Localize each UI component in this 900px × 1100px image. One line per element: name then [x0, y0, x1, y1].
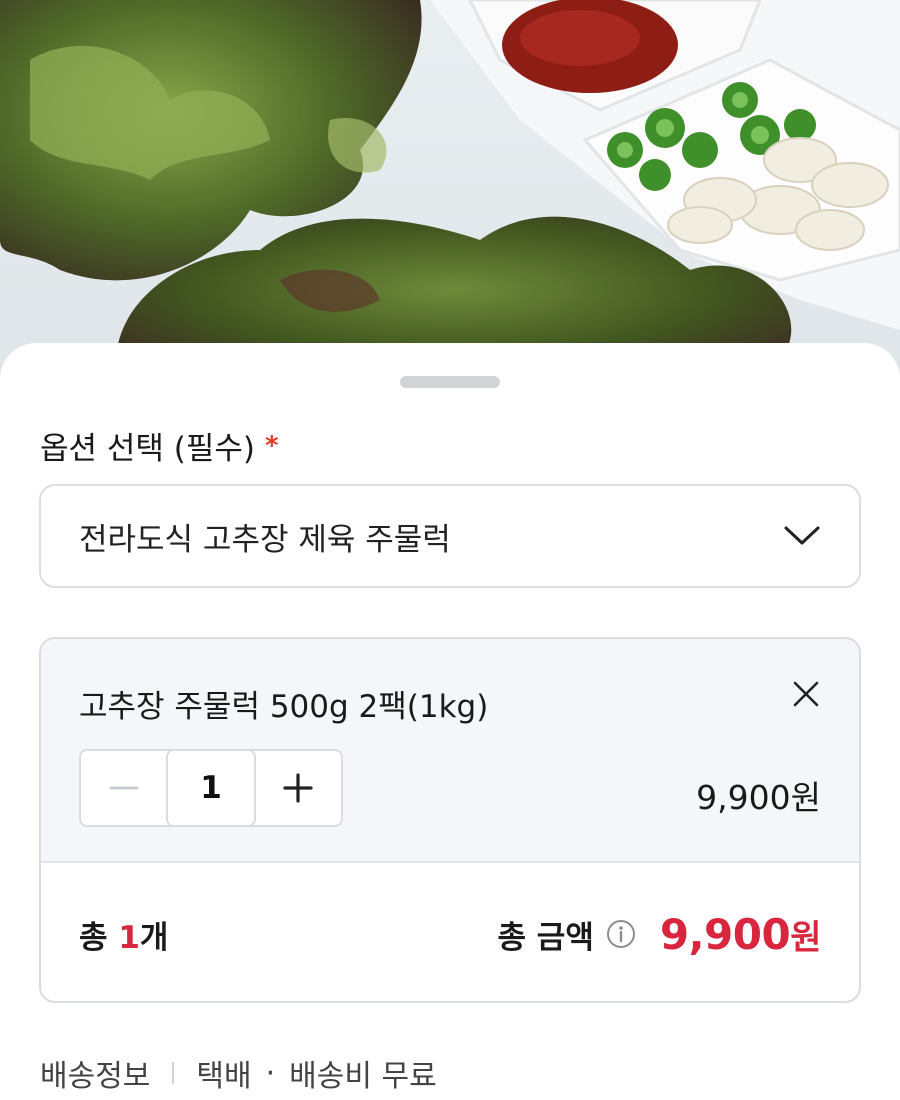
sheet-grab-handle[interactable]	[400, 376, 500, 388]
selected-option-name: 고추장 주물럭 500g 2팩(1kg)	[79, 689, 489, 725]
selected-option-item: 고추장 주물럭 500g 2팩(1kg) 1 9,900원	[41, 639, 859, 863]
option-line-price: 9,900원	[696, 778, 821, 817]
total-count-prefix: 총	[79, 919, 119, 956]
shipping-info: 배송정보 택배 · 배송비 무료	[40, 1051, 437, 1095]
shipping-label: 배송정보	[40, 1059, 151, 1094]
plus-icon	[283, 773, 313, 803]
option-bottom-sheet: 옵션 선택 (필수) * 전라도식 고추장 제육 주물럭 고추장 주물럭 500…	[0, 343, 900, 1100]
total-count-number: 1	[118, 919, 140, 956]
minus-icon	[109, 786, 139, 790]
product-photo-illustration	[0, 0, 900, 380]
shipping-divider	[172, 1062, 175, 1084]
total-amount-price: 9,900원	[659, 909, 822, 959]
selected-option-card: 고추장 주물럭 500g 2팩(1kg) 1 9,900원 총 1개 총 금액 …	[39, 637, 861, 1003]
close-icon[interactable]	[789, 677, 823, 711]
increase-quantity-button[interactable]	[256, 751, 341, 825]
option-select-value: 전라도식 고추장 제육 주물럭	[79, 521, 451, 558]
info-icon[interactable]	[606, 919, 636, 949]
quantity-stepper: 1	[79, 749, 343, 827]
option-title-text: 옵션 선택 (필수)	[40, 431, 256, 467]
total-count: 총 1개	[79, 912, 168, 957]
option-select-dropdown[interactable]: 전라도식 고추장 제육 주물럭	[39, 484, 861, 588]
total-amount-currency: 원	[790, 917, 821, 958]
shipping-fee: 배송비 무료	[289, 1059, 437, 1094]
shipping-separator-dot: ·	[265, 1055, 276, 1091]
total-amount-group: 총 금액 9,900원	[498, 910, 822, 959]
required-mark: *	[265, 430, 279, 461]
quantity-value[interactable]: 1	[166, 749, 256, 827]
chevron-down-icon	[783, 524, 821, 548]
total-count-suffix: 개	[139, 919, 169, 956]
order-summary: 총 1개 총 금액 9,900원	[41, 863, 859, 1001]
option-section-title: 옵션 선택 (필수) *	[40, 423, 279, 468]
shipping-method: 택배	[196, 1059, 252, 1094]
product-photo	[0, 0, 900, 380]
total-amount-value: 9,900	[659, 909, 791, 959]
total-amount-label: 총 금액	[497, 919, 594, 956]
decrease-quantity-button[interactable]	[81, 751, 166, 825]
